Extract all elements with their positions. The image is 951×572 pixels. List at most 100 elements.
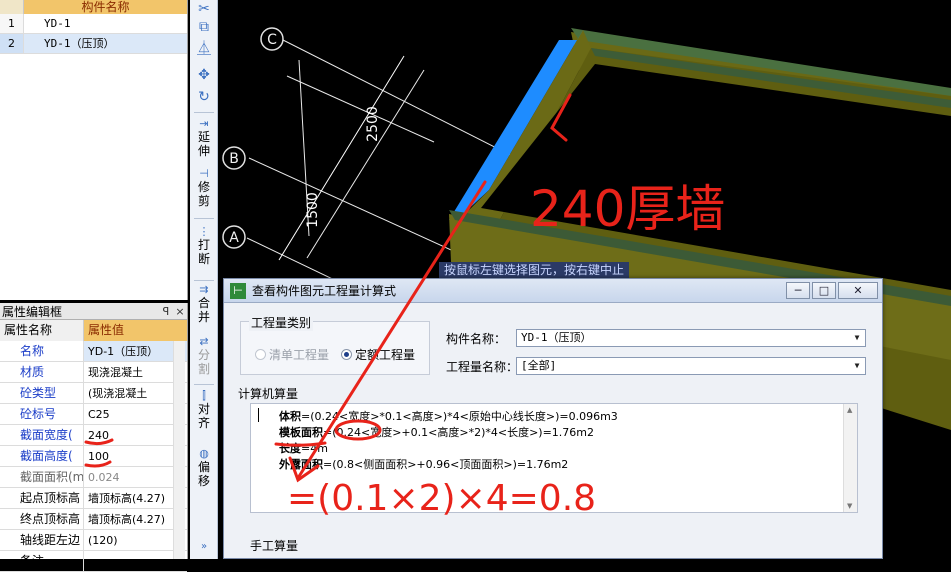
property-panel-titlebar: 属性编辑框 ꟼ × [0,303,187,320]
property-name: 砼类型 [0,383,84,403]
calc-scrollbar[interactable]: ▲ ▼ [843,404,857,512]
move-icon[interactable]: ✥ [195,66,213,84]
property-row[interactable]: 终点顶标高 墙顶标高(4.27) [0,509,187,530]
property-value[interactable]: YD-1（压顶） [84,341,187,361]
component-row-selected[interactable]: 2 YD-1（压顶） [0,34,187,54]
extend-button[interactable]: ⇥ 延伸 [192,117,216,159]
component-name-label: 构件名称： [446,332,507,346]
property-name: 名称 [0,341,84,361]
property-row[interactable]: 截面面积(m 0.024 [0,467,187,488]
dialog-title: 查看构件图元工程量计算式 [252,284,397,298]
trim-icon: ⊣ [199,167,209,180]
property-row[interactable]: 起点顶标高 墙顶标高(4.27) [0,488,187,509]
text-caret [258,408,259,422]
component-name-header: 构件名称 [24,0,187,14]
property-row[interactable]: 砼类型 (现浇混凝土 [0,383,187,404]
property-row[interactable]: 砼标号 C25 [0,404,187,425]
delete-icon[interactable]: ✂ [195,0,213,18]
pin-icon[interactable]: ꟼ [159,305,173,318]
component-list-header: 构件名称 [0,0,187,14]
maximize-button[interactable]: □ [812,282,836,299]
component-name: YD-1（压顶） [24,34,187,53]
radio-icon [255,349,266,360]
offset-button[interactable]: ◍ 偏移 [192,447,216,489]
dim-extension [286,75,435,143]
radio-selected-icon [341,349,352,360]
property-row[interactable]: 截面高度(100 [0,446,187,467]
property-value[interactable]: 墙顶标高(4.27) [84,509,187,529]
property-value[interactable]: (现浇混凝土 [84,383,187,403]
property-name: 砼标号 [0,404,84,424]
property-name-header: 属性名称 [0,320,84,341]
manual-calc-label: 手工算量 [250,539,299,553]
merge-button[interactable]: ⇉ 合并 [192,283,216,325]
scroll-down-icon[interactable]: ▼ [847,502,852,510]
offset-icon: ◍ [199,447,209,460]
property-name: 起点顶标高 [0,488,84,508]
property-row[interactable]: 材质 现浇混凝土 [0,362,187,383]
component-name-select[interactable]: YD-1（压顶） ▼ [516,329,866,347]
property-value[interactable]: 现浇混凝土 [84,362,187,382]
copy-icon[interactable]: ⧉ [195,18,213,36]
minimize-button[interactable]: ─ [786,282,810,299]
dimension-1500: 1500 [305,192,321,228]
calc-line-exposed-area: 外露面积=(0.8<侧面面积>+0.96<顶面面积>)=1.76m2 [279,458,569,471]
dimension-2500: 2500 [365,106,381,142]
rotate-icon[interactable]: ↻ [195,88,213,106]
edit-toolbar: ✂ ⧉ ⏅ ✥ ↻ ⇥ 延伸 ⊣ 修剪 ⋮ 打断 ⇉ 合并 ⇄ 分割 ⫿ 对齐 ◍ 偏移 » [190,0,218,559]
trim-button[interactable]: ⊣ 修剪 [192,167,216,209]
property-name: 备注 [0,551,84,571]
component-name: YD-1 [44,17,71,30]
calc-line-length: 长度=4m [279,442,328,455]
split-button[interactable]: ⇄ 分割 [192,335,216,377]
property-panel-title: 属性编辑框 [2,304,63,319]
close-icon[interactable]: × [173,305,187,318]
more-chevron-icon[interactable]: » [195,538,213,556]
property-name: 截面面积(m [0,467,84,487]
radio-list-quantity[interactable]: 清单工程量 [255,346,329,363]
mirror-icon[interactable]: ⏅ [195,40,213,58]
property-value[interactable]: 240 [84,425,187,445]
dialog-titlebar: ⊢ 查看构件图元工程量计算式 ─ □ ✕ [224,279,882,303]
quantity-name-select[interactable]: [全部] ▼ [516,357,866,375]
property-value[interactable]: (120) [84,530,187,550]
break-button[interactable]: ⋮ 打断 [192,226,216,267]
property-scrollbar[interactable] [173,341,185,559]
split-icon: ⇄ [199,335,209,348]
quantity-type-group: 工程量类别 清单工程量 定额工程量 [240,314,430,375]
align-icon: ⫿ [202,389,206,402]
property-row[interactable]: 轴线距左边 (120) [0,530,187,551]
property-value-header: 属性值 [84,320,187,341]
quantity-name-label: 工程量名称： [446,360,519,374]
property-value[interactable]: 100 [84,446,187,466]
property-value[interactable] [84,551,187,571]
status-tooltip: 按鼠标左键选择图元，按右键中止 [439,262,630,278]
property-value[interactable]: 墙顶标高(4.27) [84,488,187,508]
axis-label-b: B [229,151,239,167]
merge-icon: ⇉ [199,283,209,296]
property-name: 材质 [0,362,84,382]
component-row[interactable]: 1 YD-1 [0,14,187,34]
property-name: 截面宽度( [0,425,84,445]
computer-calc-textarea[interactable]: 体积=(0.24<宽度>*0.1<高度>)*4<原始中心线长度>)=0.096m… [250,403,858,513]
axis-label-a: A [229,230,239,246]
close-button[interactable]: ✕ [838,282,878,299]
align-button[interactable]: ⫿ 对齐 [192,389,216,431]
dropdown-arrow-icon: ▼ [854,333,860,342]
property-name: 终点顶标高 [0,509,84,529]
radio-quota-quantity[interactable]: 定额工程量 [341,346,415,363]
calc-line-formwork: 模板面积=(0.24<宽度>+0.1<高度>*2)*4<长度>)=1.76m2 [279,426,595,439]
computer-calc-label: 计算机算量 [238,387,299,401]
property-row[interactable]: 名称 YD-1（压顶） [0,341,187,362]
property-row[interactable]: 备注 [0,551,187,572]
axis-label-c: C [267,32,277,48]
quantity-formula-dialog: ⊢ 查看构件图元工程量计算式 ─ □ ✕ 工程量类别 清单工程量 定额工程量 构… [223,278,883,559]
quantity-type-label: 工程量类别 [249,314,314,331]
property-value: 0.024 [88,471,120,484]
property-row[interactable]: 截面宽度(240 [0,425,187,446]
property-value[interactable]: C25 [84,404,187,424]
dropdown-arrow-icon: ▼ [854,361,860,370]
extend-icon: ⇥ [199,117,209,130]
property-name: 截面高度( [0,446,84,466]
scroll-up-icon[interactable]: ▲ [847,406,852,414]
